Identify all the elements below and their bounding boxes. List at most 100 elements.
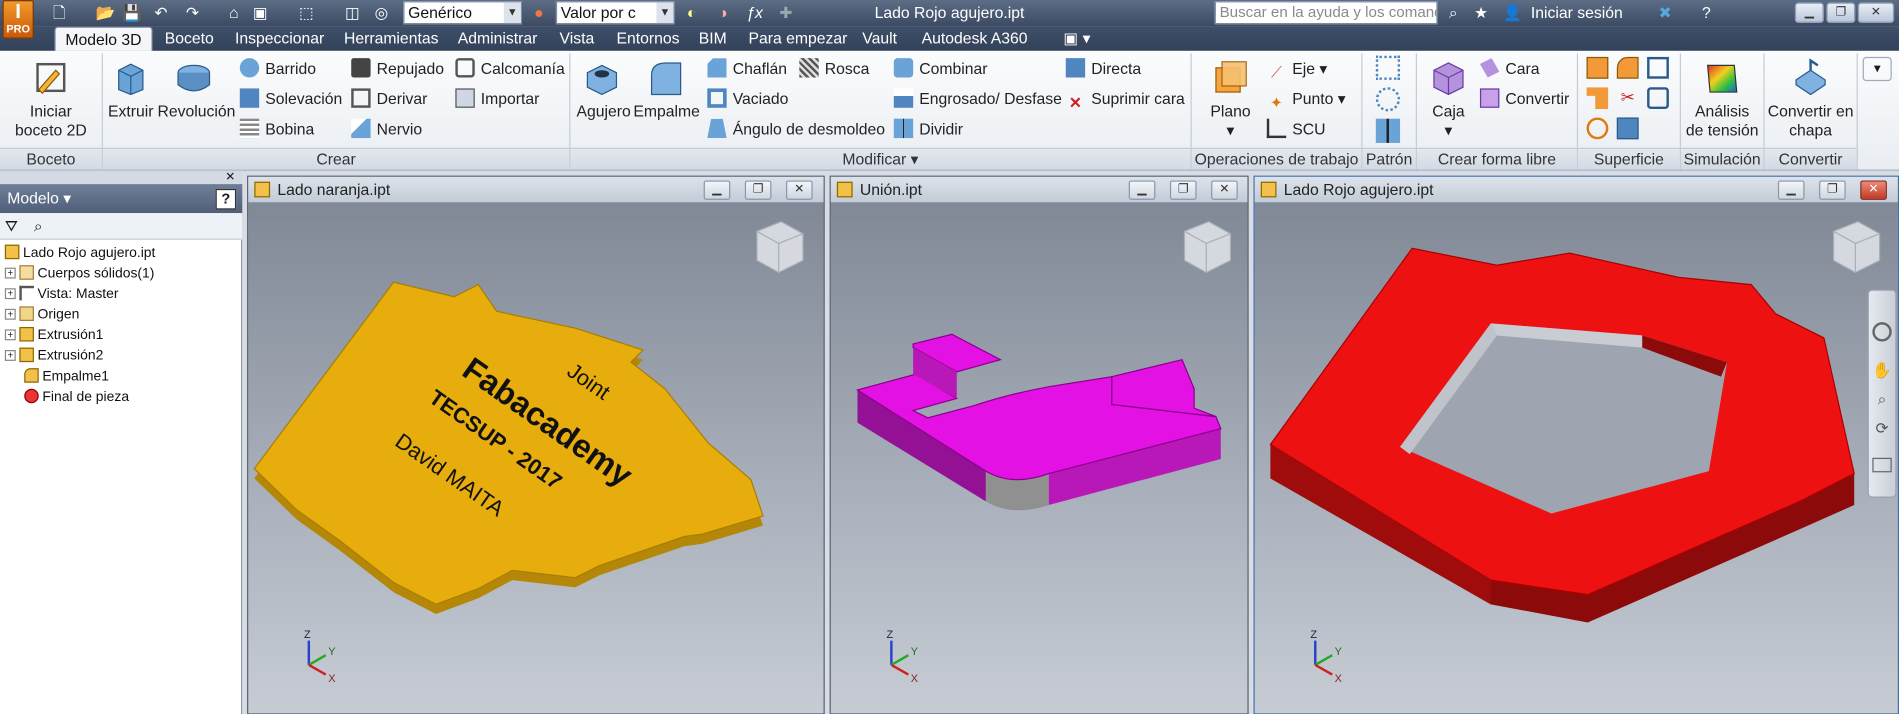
app-logo[interactable]: I PRO <box>2 0 34 39</box>
tree-item-extrusion1[interactable]: + Extrusión1 <box>4 326 104 347</box>
derive-button[interactable]: Derivar <box>351 87 427 111</box>
save-icon[interactable]: 💾 <box>121 2 143 24</box>
stitch-icon[interactable] <box>1586 56 1609 79</box>
thicken-button[interactable]: Engrosado/ Desfase <box>893 87 1062 111</box>
viewport-union[interactable]: Unión.ipt ▁ ❐ ✕ ZYX <box>829 175 1249 714</box>
axis-button[interactable]: ⟋ Eje ▾ <box>1267 57 1327 81</box>
viewport-minimize-button[interactable]: ▁ <box>1128 180 1156 200</box>
direct-edit-button[interactable]: Directa <box>1065 57 1141 81</box>
viewport-minimize-button[interactable]: ▁ <box>703 180 731 200</box>
filter-icon[interactable]: ⛛ <box>5 217 18 236</box>
rectangular-pattern-icon[interactable] <box>1375 55 1401 80</box>
viewport-lado-naranja[interactable]: Lado naranja.ipt ▁ ❐ ✕ Joint Fabacademy … <box>247 175 825 714</box>
start-sketch-button[interactable]: Iniciar boceto 2D <box>10 58 92 140</box>
update-icon[interactable]: ◫ <box>342 2 364 24</box>
globe-icon[interactable]: ◎ <box>371 2 393 24</box>
ruled-surface-icon[interactable] <box>1586 117 1609 140</box>
tab-modelo-3d[interactable]: Modelo 3D <box>54 26 153 51</box>
viewport-maximize-button[interactable]: ❐ <box>1819 180 1846 200</box>
undo-icon[interactable]: ↶ <box>150 2 172 24</box>
tree-item-extrusion2[interactable]: + Extrusión2 <box>4 346 104 367</box>
ucs-button[interactable]: SCU <box>1266 117 1325 141</box>
maximize-button[interactable]: ❐ <box>1826 2 1856 24</box>
tab-vault[interactable]: Vault <box>853 27 907 51</box>
plus-icon[interactable]: ✚ <box>775 2 797 24</box>
extrude-button[interactable]: Extruir <box>107 58 155 121</box>
video-icon[interactable]: ▣ ▾ <box>1054 27 1101 51</box>
viewport-close-button[interactable]: ✕ <box>1211 180 1238 200</box>
freeform-box-button[interactable]: Caja ▾ <box>1424 58 1472 140</box>
viewport-close-button[interactable]: ✕ <box>786 180 813 200</box>
thread-button[interactable]: Rosca <box>799 57 869 81</box>
freeform-convert-button[interactable]: Convertir <box>1479 87 1569 111</box>
close-button[interactable]: ✕ <box>1857 2 1895 24</box>
viewport-close-button[interactable]: ✕ <box>1860 180 1887 200</box>
viewport-minimize-button[interactable]: ▁ <box>1777 180 1805 200</box>
signin-button[interactable]: Iniciar sesión <box>1531 0 1623 27</box>
home-icon[interactable]: ⌂ <box>223 2 245 24</box>
magenta-joint-model[interactable]: Z Y X <box>831 205 1248 714</box>
tab-para-empezar[interactable]: Para empezar <box>739 27 857 51</box>
decal-button[interactable]: Calcomanía <box>455 57 565 81</box>
select-icon[interactable]: ⬚ <box>296 2 318 24</box>
tree-item-view[interactable]: + Vista: Master <box>4 285 119 306</box>
user-icon[interactable]: 👤 <box>1502 2 1524 24</box>
material-combo[interactable]: Genérico ▼ <box>403 1 522 25</box>
favorites-icon[interactable]: ★ <box>1470 2 1492 24</box>
red-part-model[interactable]: Z Y X <box>1255 205 1898 714</box>
tab-administrar[interactable]: Administrar <box>448 27 547 51</box>
tab-herramientas[interactable]: Herramientas <box>334 27 448 51</box>
delete-icon[interactable]: ✂ <box>1617 87 1639 109</box>
combine-button[interactable]: Combinar <box>893 57 987 81</box>
image-icon[interactable]: ▣ <box>249 2 271 24</box>
browser-header[interactable]: Modelo ▾ <box>0 184 243 214</box>
tab-autodesk-a360[interactable]: Autodesk A360 <box>912 27 1037 51</box>
tab-vista[interactable]: Vista <box>550 27 604 51</box>
redo-icon[interactable]: ↷ <box>182 2 204 24</box>
orbit-icon[interactable]: ⟳ <box>1872 419 1891 438</box>
find-icon[interactable]: ⌕ <box>34 217 43 236</box>
extend-icon[interactable] <box>1647 87 1669 109</box>
plane-button[interactable]: Plano ▾ <box>1206 58 1254 140</box>
tab-boceto[interactable]: Boceto <box>155 27 223 51</box>
mirror-icon[interactable] <box>1375 118 1401 143</box>
sweep-button[interactable]: Barrido <box>239 57 316 81</box>
circular-pattern-icon[interactable] <box>1375 87 1401 112</box>
minimize-button[interactable]: ▁ <box>1794 2 1824 24</box>
revolve-button[interactable]: Revolución <box>157 58 235 121</box>
sculpt-icon[interactable] <box>1616 56 1639 79</box>
rib-button[interactable]: Nervio <box>351 117 422 141</box>
steering-wheel-icon[interactable] <box>1872 322 1892 342</box>
patch-icon[interactable] <box>1647 56 1669 79</box>
exchange-icon[interactable]: ✖ <box>1654 2 1676 24</box>
tab-entornos[interactable]: Entornos <box>607 27 689 51</box>
viewport-maximize-button[interactable]: ❐ <box>744 180 772 200</box>
delete-face-button[interactable]: ✕ Suprimir cara <box>1066 87 1185 112</box>
emboss-button[interactable]: Repujado <box>351 57 444 81</box>
appearance-adjust-icon[interactable]: ◐ <box>681 2 703 24</box>
panel-modificar[interactable]: Modificar ▾ <box>570 147 1191 170</box>
replace-face-icon[interactable] <box>1616 117 1639 140</box>
import-button[interactable]: Importar <box>455 87 539 111</box>
look-at-icon[interactable] <box>1872 457 1892 473</box>
clear-appearance-icon[interactable]: ◑ <box>712 2 734 24</box>
function-icon[interactable]: ƒx <box>744 2 766 24</box>
browser-help-icon[interactable]: ? <box>215 188 237 210</box>
appearance-combo[interactable]: Valor por c ▼ <box>555 1 675 25</box>
ribbon-options-icon[interactable]: ▾ <box>1862 56 1892 82</box>
help-icon[interactable]: ? <box>1696 2 1718 24</box>
zoom-icon[interactable]: ⌕ <box>1872 390 1891 409</box>
shell-button[interactable]: Vaciado <box>707 87 788 111</box>
point-button[interactable]: ✦ Punto ▾ <box>1267 87 1346 112</box>
coil-button[interactable]: Bobina <box>239 117 314 141</box>
split-button[interactable]: Dividir <box>893 117 963 141</box>
draft-button[interactable]: Ángulo de desmoldeo <box>707 117 885 141</box>
freeform-face-button[interactable]: Cara <box>1479 57 1540 81</box>
new-icon[interactable]: 🗋 <box>48 2 70 24</box>
tree-item-root[interactable]: Lado Rojo agujero.ipt <box>4 243 155 264</box>
help-search-input[interactable]: Buscar en la ayuda y los comand <box>1214 1 1438 25</box>
stress-analysis-button[interactable]: Análisis de tensión <box>1683 58 1761 140</box>
convert-to-sheetmetal-button[interactable]: Convertir en chapa <box>1766 58 1856 140</box>
fillet-button[interactable]: Empalme <box>633 58 700 121</box>
open-icon[interactable]: 📂 <box>94 2 116 24</box>
